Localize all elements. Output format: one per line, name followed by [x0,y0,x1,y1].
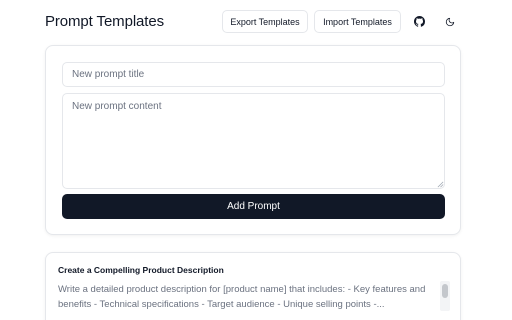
page-header: Prompt Templates Export Templates Import… [45,10,467,34]
resize-handle-icon[interactable] [437,181,444,188]
import-templates-button[interactable]: Import Templates [314,10,401,33]
theme-toggle-button[interactable] [439,10,461,33]
export-templates-button[interactable]: Export Templates [222,10,308,33]
moon-icon [445,17,455,26]
prompt-title-input[interactable] [62,62,445,87]
prompt-card-title: Create a Compelling Product Description [58,265,224,275]
prompt-card-content: Write a detailed product description for… [58,284,426,310]
add-prompt-button[interactable]: Add Prompt [62,194,445,219]
github-icon [413,16,425,27]
prompt-content-scrollbar[interactable] [440,281,450,311]
scrollbar-thumb[interactable] [442,284,448,298]
github-button[interactable] [408,10,430,33]
page-title: Prompt Templates [45,13,165,30]
prompt-card: Create a Compelling Product Description … [45,252,461,320]
new-prompt-card: Add Prompt [45,45,461,235]
prompt-content-textarea[interactable] [62,93,445,189]
